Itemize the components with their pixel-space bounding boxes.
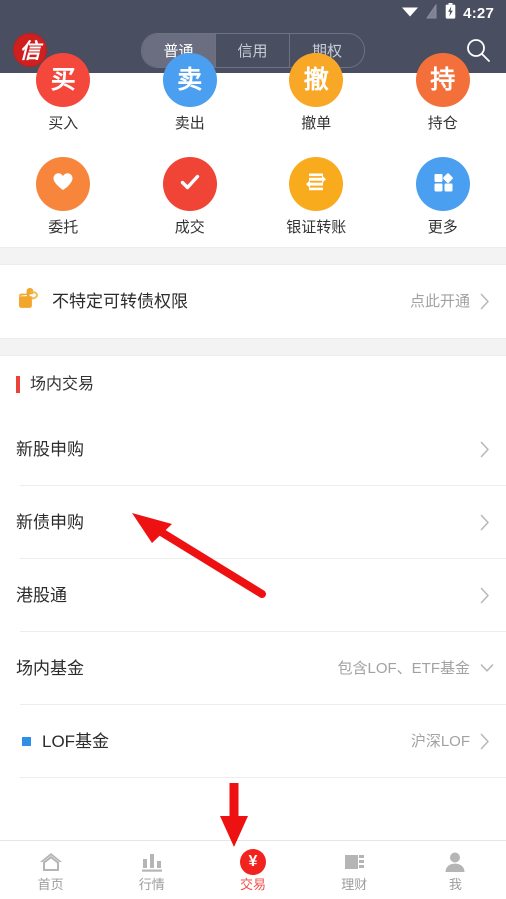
heart-icon <box>50 169 76 200</box>
quick-action-label: 持仓 <box>427 115 458 132</box>
chevron-right-icon <box>480 587 490 604</box>
nav-label: 交易 <box>240 877 267 892</box>
chevron-right-icon <box>480 441 490 458</box>
section-title: 场内交易 <box>30 375 95 393</box>
nav-label: 理财 <box>341 877 368 892</box>
cancel-glyph-icon: 撤 <box>289 53 344 107</box>
chevron-right-icon <box>480 293 490 310</box>
chevron-right-icon <box>480 514 490 531</box>
grid-more-icon <box>430 169 456 200</box>
arrow-to-trade-tab <box>220 783 248 847</box>
bottom-navigation: 首页 行情 ¥ 交易 理财 我 <box>0 840 506 899</box>
nav-item-home[interactable]: 首页 <box>0 841 101 899</box>
nav-item-trade[interactable]: ¥ 交易 <box>202 841 303 899</box>
convertible-bond-permission-row[interactable]: 不特定可转债权限 点此开通 <box>0 265 506 338</box>
transfer-icon <box>303 169 329 200</box>
list-item-label: LOF基金 <box>42 732 110 751</box>
signal-icon <box>426 2 438 24</box>
search-icon[interactable] <box>464 36 492 64</box>
nav-item-quotes[interactable]: 行情 <box>101 841 202 899</box>
yen-trade-icon: ¥ <box>240 849 266 875</box>
quick-action-entrust[interactable]: 委托 <box>0 157 127 235</box>
list-item-new-bond-subscription[interactable]: 新债申购 <box>0 486 506 559</box>
buy-glyph-icon: 买 <box>36 53 91 107</box>
quick-action-label: 卖出 <box>174 115 205 132</box>
check-icon <box>176 168 204 201</box>
chevron-right-icon <box>480 733 490 750</box>
nav-item-profile[interactable]: 我 <box>405 841 506 899</box>
quick-action-grid: 买 买入 卖 卖出 撤 撤单 持 持仓 委托 成交 银证转账 更多 <box>0 53 506 247</box>
section-divider-band <box>0 247 506 265</box>
status-bar-time: 4:27 <box>463 5 494 22</box>
nav-label: 首页 <box>37 877 64 892</box>
section-header-exchange-trading: 场内交易 <box>0 356 506 413</box>
battery-charging-icon <box>445 3 456 24</box>
sell-glyph-icon: 卖 <box>162 53 217 107</box>
quick-action-bank-transfer[interactable]: 银证转账 <box>253 157 380 235</box>
list-item-label: 新债申购 <box>16 513 84 532</box>
tab-xinyong[interactable]: 信用 <box>216 34 290 67</box>
home-icon <box>38 849 64 875</box>
nav-item-finance[interactable]: 理财 <box>304 841 405 899</box>
bar-chart-icon <box>139 849 165 875</box>
list-item-label: 港股通 <box>16 586 67 605</box>
quick-action-label: 委托 <box>48 219 79 236</box>
position-glyph-icon: 持 <box>415 53 470 107</box>
chevron-down-icon[interactable] <box>480 660 494 677</box>
list-item-value: 沪深LOF <box>410 733 470 750</box>
finance-card-icon <box>341 849 367 875</box>
list-item-new-stock-subscription[interactable]: 新股申购 <box>0 413 506 486</box>
list-item-lof-fund[interactable]: LOF基金 沪深LOF <box>0 705 506 778</box>
section-accent-bar <box>16 376 20 393</box>
list-item-exchange-fund[interactable]: 场内基金 包含LOF、ETF基金 <box>0 632 506 705</box>
permission-banner-title: 不特定可转债权限 <box>52 292 188 311</box>
quick-action-label: 买入 <box>48 115 79 132</box>
pointing-hand-icon <box>16 287 42 316</box>
list-item-value: 包含LOF、ETF基金 <box>337 660 470 677</box>
nav-label: 我 <box>448 877 462 892</box>
quick-action-filled-orders[interactable]: 成交 <box>127 157 254 235</box>
list-item-label: 场内基金 <box>16 659 84 678</box>
nav-label: 行情 <box>138 877 165 892</box>
person-icon <box>442 849 468 875</box>
wifi-icon <box>401 4 419 23</box>
quick-action-label: 成交 <box>174 219 205 236</box>
quick-action-label: 银证转账 <box>286 219 347 236</box>
quick-action-label: 撤单 <box>301 115 332 132</box>
section-divider-band-2 <box>0 338 506 356</box>
list-item-label: 新股申购 <box>16 440 84 459</box>
quick-action-more[interactable]: 更多 <box>380 157 506 235</box>
bullet-square-icon <box>22 737 31 746</box>
quick-action-label: 更多 <box>427 219 458 236</box>
status-bar: 4:27 <box>0 0 506 27</box>
permission-banner-action[interactable]: 点此开通 <box>410 294 470 309</box>
list-item-hk-stock-connect[interactable]: 港股通 <box>0 559 506 632</box>
